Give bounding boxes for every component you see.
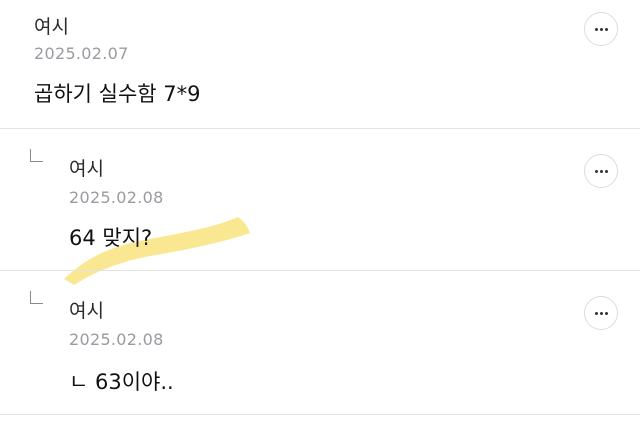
more-options-button[interactable] xyxy=(584,154,618,188)
comment-author: 여시 xyxy=(34,16,69,38)
comment-author: 여시 xyxy=(69,158,104,180)
comment-text: 곱하기 실수함 7*9 xyxy=(34,82,201,106)
more-options-button[interactable] xyxy=(584,296,618,330)
reply-item: 여시 2025.02.08 ㄴ 63이야.. xyxy=(0,271,640,413)
comment-text: ㄴ 63이야.. xyxy=(69,370,174,394)
reply-corner-icon xyxy=(30,291,43,304)
comment-thread: 여시 2025.02.07 곱하기 실수함 7*9 여시 2025.02.08 … xyxy=(0,0,640,432)
comment-author: 여시 xyxy=(69,300,104,322)
reply-corner-icon xyxy=(30,149,43,162)
comment-date: 2025.02.08 xyxy=(69,188,164,207)
reply-item: 여시 2025.02.08 64 맞지? xyxy=(0,129,640,285)
more-dots-icon xyxy=(594,27,608,31)
comment-date: 2025.02.08 xyxy=(69,330,164,349)
comment-text: 64 맞지? xyxy=(69,226,153,250)
divider xyxy=(0,414,640,415)
more-dots-icon xyxy=(594,169,608,173)
more-dots-icon xyxy=(594,311,608,315)
comment-date: 2025.02.07 xyxy=(34,44,129,63)
more-options-button[interactable] xyxy=(584,12,618,46)
comment-item: 여시 2025.02.07 곱하기 실수함 7*9 xyxy=(0,0,640,128)
